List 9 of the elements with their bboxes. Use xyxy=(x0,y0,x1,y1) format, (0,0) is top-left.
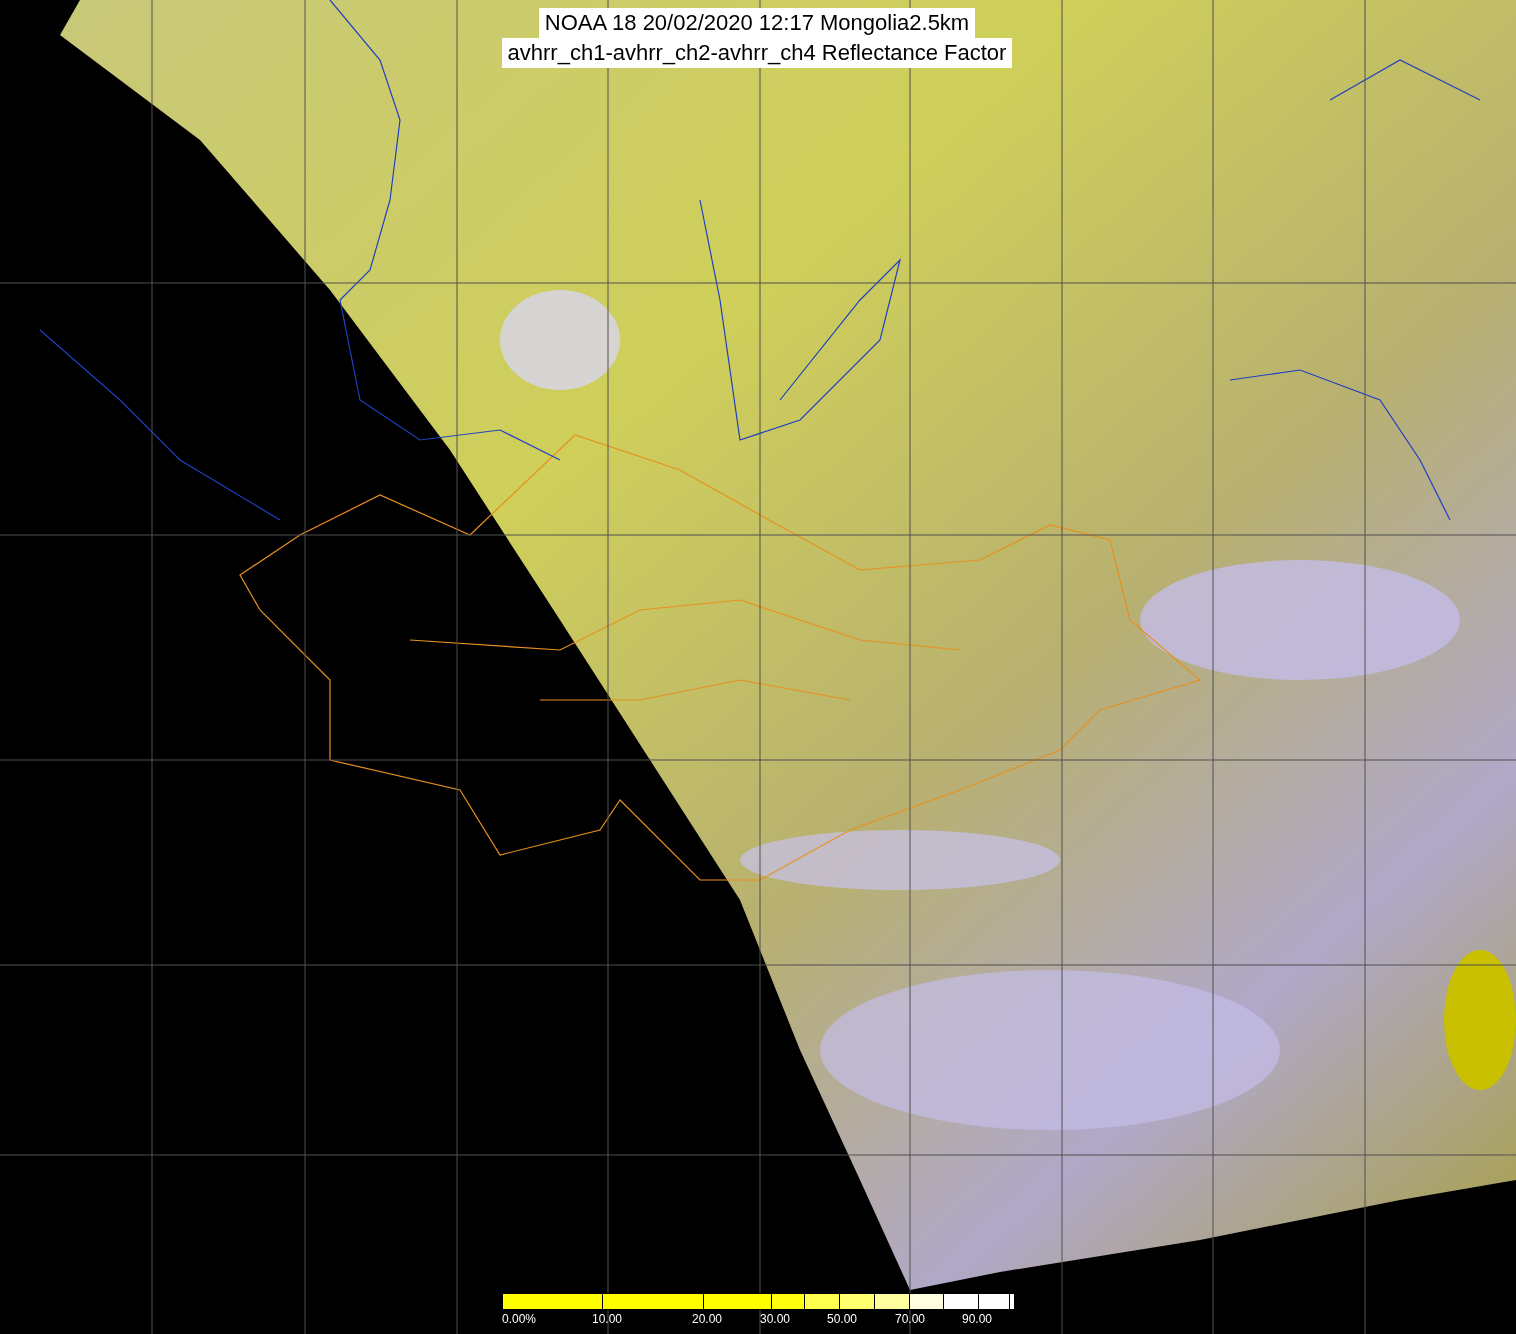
map-subtitle: avhrr_ch1-avhrr_ch2-avhrr_ch4 Reflectance Factor xyxy=(501,38,1013,68)
colorbar-label: 30.00 xyxy=(760,1312,791,1326)
colorbar-label: 70.00 xyxy=(895,1312,926,1326)
colorbar-label: 50.00 xyxy=(827,1312,858,1326)
colorbar-label: 20.00 xyxy=(692,1312,723,1326)
colorbar-label: 90.00 xyxy=(962,1312,993,1326)
colorbar-label: 10.00 xyxy=(592,1312,623,1326)
map-title: NOAA 18 20/02/2020 12:17 Mongolia2.5km xyxy=(538,8,976,38)
colorbar-label: 0.00% xyxy=(502,1312,537,1326)
